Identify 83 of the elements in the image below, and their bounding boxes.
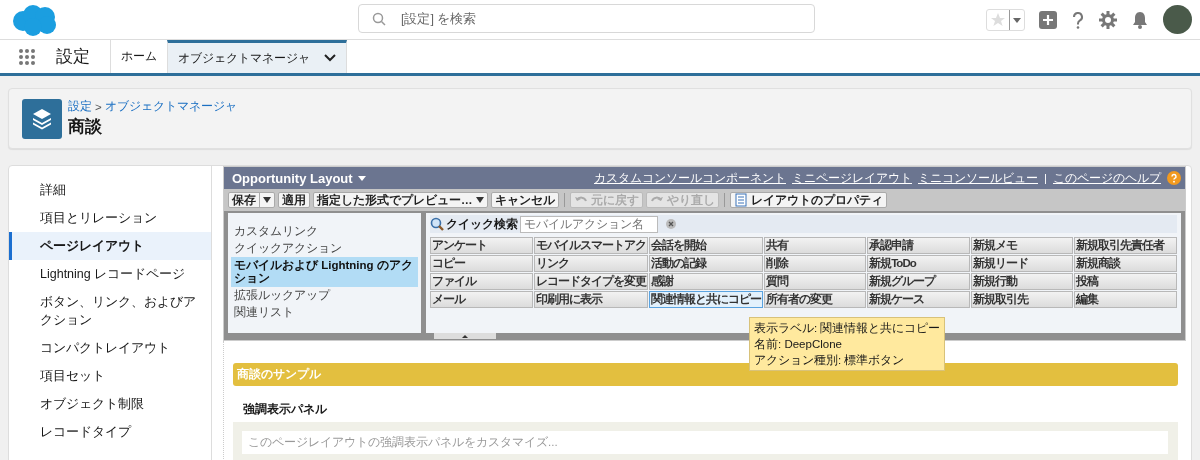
action-item[interactable]: 新規ケース xyxy=(867,291,970,308)
action-item[interactable]: メール xyxy=(430,291,533,308)
sidebar-item[interactable]: 項目セット xyxy=(9,362,211,390)
action-item[interactable]: 感謝 xyxy=(648,273,763,290)
toolbar-button[interactable]: 適用 xyxy=(278,192,310,208)
clear-icon[interactable] xyxy=(666,219,676,229)
resize-handle[interactable] xyxy=(433,333,496,339)
layers-icon[interactable] xyxy=(22,98,62,139)
sidebar-item[interactable]: 項目とリレーション xyxy=(9,204,211,232)
action-item[interactable]: 会話を開始 xyxy=(648,237,763,254)
action-item[interactable]: 削除 xyxy=(763,255,867,272)
category-item[interactable]: 拡張ルックアップ xyxy=(231,287,418,304)
toolbar-button[interactable]: キャンセル xyxy=(490,192,559,208)
action-item[interactable]: 関連情報と共にコピー xyxy=(648,291,763,308)
panel-title: 強調表示パネル xyxy=(243,401,328,418)
avatar[interactable] xyxy=(1163,5,1192,34)
favorite-button[interactable] xyxy=(986,8,1025,31)
tooltip-line: 名前: DeepClone xyxy=(754,337,843,352)
action-item[interactable]: 新規メモ xyxy=(970,237,1074,254)
quick-search-label: クイック検索 xyxy=(446,216,518,232)
link-separator: | xyxy=(1044,172,1047,184)
page-title: 商談 xyxy=(68,116,103,138)
layout-name-menu[interactable]: Opportunity Layout xyxy=(232,170,367,186)
action-item[interactable]: 編集 xyxy=(1074,291,1177,308)
action-item[interactable]: 新規取引先 xyxy=(970,291,1074,308)
chevron-down-icon[interactable] xyxy=(324,54,336,62)
toolbar-button[interactable]: レイアウトのプロパティ xyxy=(729,192,887,208)
action-item[interactable]: 共有 xyxy=(763,237,867,254)
breadcrumb-link[interactable]: オブジェクトマネージャ xyxy=(104,99,237,114)
quick-search-field[interactable]: モバイルアクション名 xyxy=(520,215,658,233)
action-item[interactable]: 投稿 xyxy=(1074,273,1177,290)
search-field[interactable]: [設定] を検索 xyxy=(358,4,815,33)
sidebar-item[interactable]: レコードタイプ xyxy=(9,418,211,446)
action-item[interactable]: 新規取引先責任者 xyxy=(1074,237,1177,254)
breadcrumb-link[interactable]: 設定 xyxy=(68,99,92,114)
action-item[interactable]: モバイルスマートアク xyxy=(533,237,648,254)
star-icon[interactable] xyxy=(990,11,1006,28)
action-item[interactable]: コピー xyxy=(430,255,533,272)
action-item[interactable]: 新規リード xyxy=(970,255,1074,272)
action-item[interactable]: 新規グループ xyxy=(867,273,970,290)
action-item[interactable]: 新規ToDo xyxy=(867,255,970,272)
bell-icon[interactable] xyxy=(1131,10,1149,29)
category-item[interactable]: 関連リスト xyxy=(231,304,418,321)
caret-icon[interactable] xyxy=(475,197,484,203)
header-link[interactable]: ミニページレイアウト xyxy=(792,170,912,186)
settings-icon[interactable] xyxy=(1099,10,1117,29)
sidebar-item[interactable]: コンパクトレイアウト xyxy=(9,334,211,362)
search-icon[interactable] xyxy=(372,12,386,26)
header-link[interactable]: このページのヘルプ xyxy=(1053,170,1161,186)
action-item[interactable]: アンケート xyxy=(430,237,533,254)
sidebar-item[interactable]: 詳細 xyxy=(9,176,211,204)
action-item[interactable]: 印刷用に表示 xyxy=(533,291,648,308)
action-item[interactable]: 所有者の変更 xyxy=(763,291,867,308)
toolbar-button[interactable]: 保存 xyxy=(228,192,275,208)
tooltip-line: 表示ラベル: 関連情報と共にコピー xyxy=(754,321,941,336)
action-item[interactable]: 新規商談 xyxy=(1074,255,1177,272)
caret-icon[interactable] xyxy=(1009,9,1024,30)
breadcrumb-separator: > xyxy=(95,100,102,113)
app-launcher-icon[interactable] xyxy=(18,47,36,66)
sidebar-item[interactable]: オブジェクト制限 xyxy=(9,390,211,418)
toolbar-button[interactable]: 指定した形式でプレビュー… xyxy=(313,192,488,208)
nav-tab[interactable]: オブジェクトマネージャ xyxy=(167,40,347,73)
action-item[interactable]: 活動の記録 xyxy=(648,255,763,272)
category-item[interactable]: クイックアクション xyxy=(231,240,418,257)
help-icon[interactable] xyxy=(1167,171,1181,185)
category-item[interactable]: カスタムリンク xyxy=(231,223,418,240)
help-icon[interactable] xyxy=(1071,10,1085,29)
magnifier-icon[interactable] xyxy=(430,217,444,231)
header-link[interactable]: ミニコンソールビュー xyxy=(918,170,1038,186)
sidebar-item[interactable]: ページレイアウト xyxy=(9,232,211,260)
plus-icon[interactable] xyxy=(1039,10,1057,29)
header-link[interactable]: カスタムコンソールコンポーネント xyxy=(594,170,786,186)
category-item[interactable]: モバイルおよび Lightning のアクション xyxy=(231,257,418,287)
action-item[interactable]: 質問 xyxy=(763,273,867,290)
action-item[interactable]: ファイル xyxy=(430,273,533,290)
action-item[interactable]: レコードタイプを変更 xyxy=(533,273,648,290)
sidebar-item[interactable]: Lightning レコードページ xyxy=(9,260,211,288)
action-item[interactable]: 承認申請 xyxy=(867,237,970,254)
action-item[interactable]: 新規行動 xyxy=(970,273,1074,290)
sidebar-item[interactable]: ボタン、リンク、およびアクション xyxy=(9,288,211,334)
caret-icon[interactable] xyxy=(263,197,271,203)
app-name: 設定 xyxy=(56,46,90,68)
action-item[interactable]: リンク xyxy=(533,255,648,272)
